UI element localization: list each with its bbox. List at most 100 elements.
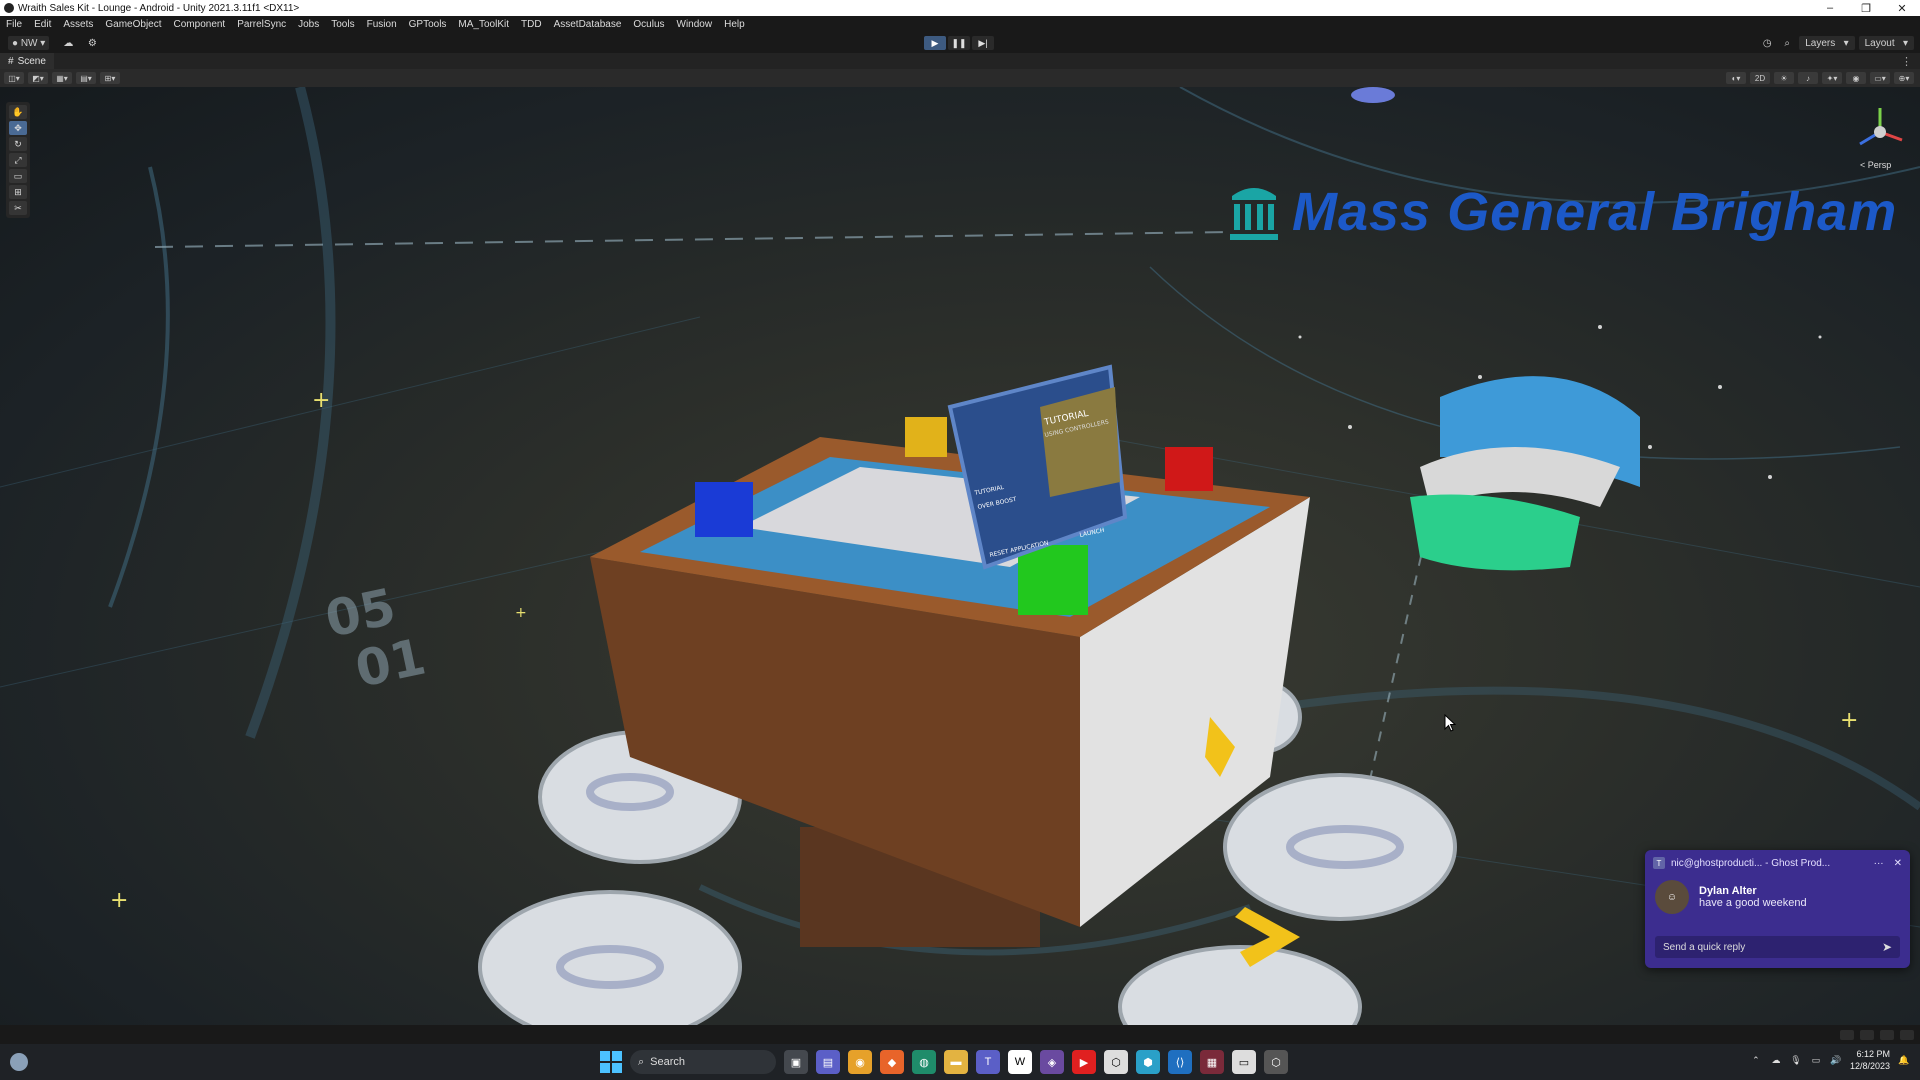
app-icon[interactable]: ▭ — [1232, 1050, 1256, 1074]
menu-oculus[interactable]: Oculus — [627, 19, 670, 30]
maximize-button[interactable]: ❐ — [1848, 2, 1884, 15]
status-icon[interactable] — [1900, 1029, 1914, 1040]
onedrive-icon[interactable]: ☁ — [1770, 1054, 1782, 1066]
history-icon[interactable]: ◷ — [1759, 36, 1775, 50]
chevron-up-icon[interactable]: ⌃ — [1750, 1054, 1762, 1066]
menu-jobs[interactable]: Jobs — [292, 19, 325, 30]
close-icon[interactable]: ✕ — [1894, 858, 1902, 869]
window-controls: – ❐ ✕ — [1812, 2, 1920, 15]
pivot-mode-icon[interactable]: ◫▾ — [4, 72, 24, 84]
weather-icon[interactable] — [10, 1053, 28, 1071]
taskbar-search[interactable]: ⌕ Search — [630, 1050, 776, 1074]
edge-icon[interactable]: ◍ — [912, 1050, 936, 1074]
taskbar: ⌕ Search ▣ ▤ ◉ ◆ ◍ ▬ T W ◈ ▶ ⬡ ⬢ ⟨⟩ ▦ ▭ … — [0, 1044, 1920, 1080]
network-icon[interactable]: ▭ — [1810, 1054, 1822, 1066]
quick-reply-input[interactable]: Send a quick reply ➤ — [1655, 936, 1900, 958]
cube-app-icon[interactable]: ⬢ — [1136, 1050, 1160, 1074]
scene-grid-icon: # — [8, 55, 14, 67]
rect-tool-icon[interactable]: ▭ — [9, 169, 27, 183]
mgb-logo-text: Mass General Brigham — [1292, 182, 1898, 242]
teams-icon[interactable]: T — [976, 1050, 1000, 1074]
menu-ma-toolkit[interactable]: MA_ToolKit — [452, 19, 515, 30]
start-button[interactable] — [600, 1051, 622, 1073]
pause-button[interactable]: ❚❚ — [948, 36, 970, 50]
vscode-icon[interactable]: ⟨⟩ — [1168, 1050, 1192, 1074]
tab-menu-icon[interactable]: ⋮ — [1901, 55, 1912, 68]
layers-label: Layers — [1805, 37, 1836, 49]
tab-scene[interactable]: # Scene — [0, 53, 54, 69]
layout-dropdown[interactable]: Layout ▾ — [1858, 36, 1914, 50]
menu-parrelsync[interactable]: ParrelSync — [231, 19, 292, 30]
increment-snap-icon[interactable]: ▤▾ — [76, 72, 96, 84]
menu-help[interactable]: Help — [718, 19, 751, 30]
menu-gameobject[interactable]: GameObject — [99, 19, 167, 30]
mic-icon[interactable]: 🎙 — [1790, 1054, 1802, 1066]
scene-toolbar: ◫▾ ◩▾ ▦▾ ▤▾ ⊞▾ — [0, 69, 1920, 87]
hand-tool-icon[interactable]: ✋ — [9, 105, 27, 119]
close-button[interactable]: ✕ — [1884, 2, 1920, 15]
local-global-icon[interactable]: ◩▾ — [28, 72, 48, 84]
notification-header: T nic@ghostproducti... - Ghost Prod... ·… — [1645, 850, 1910, 876]
menu-gptools[interactable]: GPTools — [403, 19, 453, 30]
play-button[interactable]: ▶ — [924, 36, 946, 50]
scale-tool-icon[interactable]: ⤢ — [9, 153, 27, 167]
clock[interactable]: 6:12 PM 12/8/2023 — [1850, 1048, 1890, 1072]
cloud-icon[interactable]: ☁ — [59, 36, 77, 50]
teams-chat-icon[interactable]: ▤ — [816, 1050, 840, 1074]
menu-assets[interactable]: Assets — [57, 19, 99, 30]
draw-mode-icon[interactable]: ◐▾ — [1726, 72, 1746, 84]
account-dropdown[interactable]: ● NW ▾ — [8, 36, 50, 50]
collab-icon[interactable]: ⚙ — [83, 36, 101, 50]
custom-tool-icon[interactable]: ✂ — [9, 201, 27, 215]
unity-editor-icon[interactable]: ⬡ — [1264, 1050, 1288, 1074]
menu-edit[interactable]: Edit — [28, 19, 57, 30]
task-view-icon[interactable]: ▣ — [784, 1050, 808, 1074]
file-explorer-icon[interactable]: ▬ — [944, 1050, 968, 1074]
step-button[interactable]: ▶| — [972, 36, 994, 50]
wikipedia-icon[interactable]: W — [1008, 1050, 1032, 1074]
unity-hub-icon[interactable]: ⬡ — [1104, 1050, 1128, 1074]
menu-component[interactable]: Component — [168, 19, 232, 30]
youtube-icon[interactable]: ▶ — [1072, 1050, 1096, 1074]
brave-icon[interactable]: ◆ — [880, 1050, 904, 1074]
move-tool-icon[interactable]: ✥ — [9, 121, 27, 135]
transform-tool-icon[interactable]: ⊞ — [9, 185, 27, 199]
effects-icon[interactable]: ✦▾ — [1822, 72, 1842, 84]
notification-bell-icon[interactable]: 🔔 — [1898, 1054, 1910, 1066]
minimize-button[interactable]: – — [1812, 2, 1848, 15]
grid-snap-icon[interactable]: ▦▾ — [52, 72, 72, 84]
toolbar-right: ◷ ⌕ Layers ▾ Layout ▾ — [1759, 36, 1914, 50]
status-icon[interactable] — [1880, 1029, 1894, 1040]
menu-window[interactable]: Window — [671, 19, 719, 30]
status-icon[interactable] — [1860, 1029, 1874, 1040]
menu-tools[interactable]: Tools — [325, 19, 360, 30]
app-icon[interactable]: ▦ — [1200, 1050, 1224, 1074]
rotate-tool-icon[interactable]: ↻ — [9, 137, 27, 151]
toggle-2d-button[interactable]: 2D — [1750, 72, 1770, 84]
more-options-icon[interactable]: ··· — [1874, 858, 1884, 869]
audio-icon[interactable]: ♪ — [1798, 72, 1818, 84]
orientation-gizmo[interactable] — [1850, 102, 1910, 162]
chevron-down-icon: ▾ — [37, 37, 46, 49]
chevron-down-icon: ▾ — [1894, 37, 1908, 49]
volume-icon[interactable]: 🔊 — [1830, 1054, 1842, 1066]
scene-viewport[interactable]: + + + + + 05 01 — [0, 87, 1920, 1025]
avatar: ☺ — [1655, 880, 1689, 914]
lighting-icon[interactable]: ☀ — [1774, 72, 1794, 84]
menu-fusion[interactable]: Fusion — [361, 19, 403, 30]
send-icon[interactable]: ➤ — [1882, 940, 1892, 954]
menu-tdd[interactable]: TDD — [515, 19, 548, 30]
hidden-objects-icon[interactable]: ◉ — [1846, 72, 1866, 84]
camera-icon[interactable]: ▭▾ — [1870, 72, 1890, 84]
chrome-icon[interactable]: ◉ — [848, 1050, 872, 1074]
layers-dropdown[interactable]: Layers ▾ — [1799, 36, 1855, 50]
align-icon[interactable]: ⊞▾ — [100, 72, 120, 84]
message-text: have a good weekend — [1699, 897, 1807, 909]
search-icon[interactable]: ⌕ — [1779, 36, 1795, 50]
status-icon[interactable] — [1840, 1029, 1854, 1040]
app-icon[interactable]: ◈ — [1040, 1050, 1064, 1074]
teams-notification[interactable]: T nic@ghostproducti... - Ghost Prod... ·… — [1645, 850, 1910, 968]
menu-assetdatabase[interactable]: AssetDatabase — [548, 19, 628, 30]
gizmos-icon[interactable]: ⊕▾ — [1894, 72, 1914, 84]
menu-file[interactable]: File — [0, 19, 28, 30]
